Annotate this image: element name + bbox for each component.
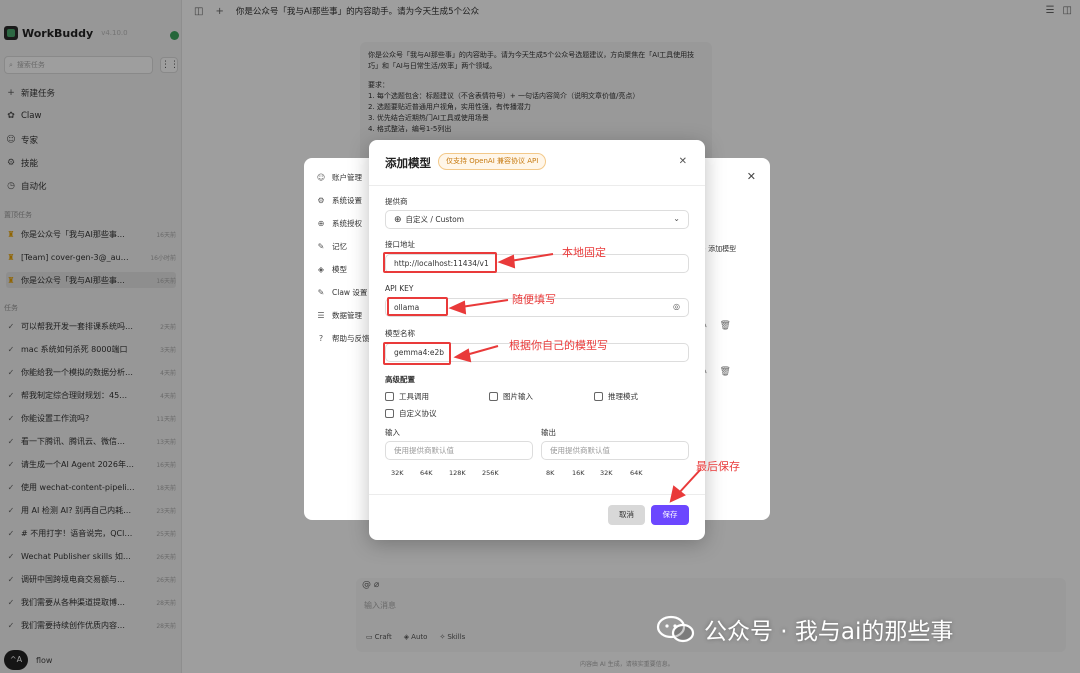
watermark-text: 公众号 · 我与ai的那些事 [704, 619, 954, 645]
model-annotation: 根据你自己的模型写 [509, 339, 608, 352]
arrow-model [465, 345, 499, 356]
save-annotation: 最后保存 [696, 460, 740, 473]
wechat-watermark: 公众号 · 我与ai的那些事 [656, 612, 953, 646]
arrow-apikey [460, 299, 509, 308]
wechat-icon [656, 615, 695, 643]
apikey-annotation: 随便填写 [512, 293, 556, 306]
endpoint-annotation: 本地固定 [562, 246, 606, 259]
arrow-head [497, 254, 516, 269]
arrow-endpoint [509, 253, 554, 262]
arrow-head [453, 348, 472, 363]
arrow-head [448, 300, 467, 315]
